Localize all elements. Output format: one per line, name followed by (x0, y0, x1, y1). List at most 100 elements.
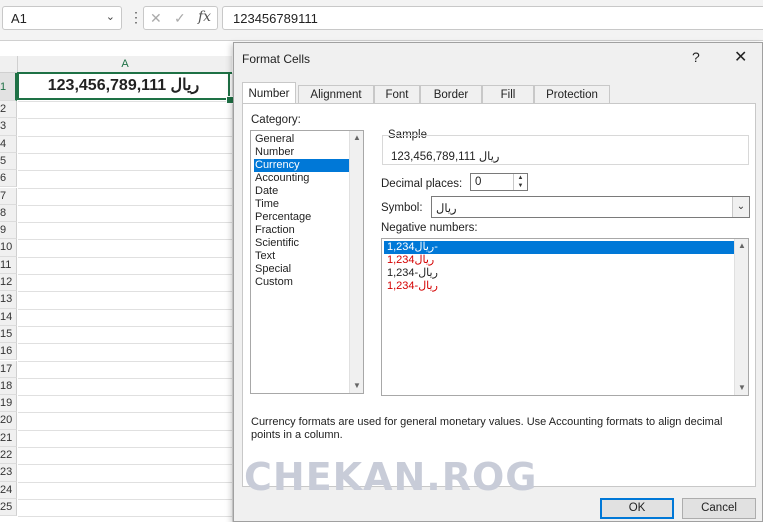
grid-line (18, 135, 233, 137)
category-item-time[interactable]: Time (254, 198, 351, 211)
row-header[interactable]: 13 (0, 291, 17, 309)
row-header[interactable]: 23 (0, 464, 17, 482)
formula-bar: A1 ⌄ ⋮ ✕ ✓ fx 123456789111 (0, 0, 763, 41)
category-item-currency[interactable]: Currency (254, 159, 351, 172)
chevron-down-icon[interactable]: ⌄ (106, 10, 115, 23)
tab-alignment[interactable]: Alignment (298, 85, 374, 103)
description-text: Currency formats are used for general mo… (251, 416, 723, 441)
tab-number[interactable]: Number (242, 82, 296, 104)
row-header[interactable]: 24 (0, 481, 17, 499)
row-header[interactable]: 6 (0, 170, 17, 188)
scroll-down-icon[interactable]: ▼ (350, 379, 364, 393)
chevron-down-icon[interactable]: ⌄ (732, 197, 749, 217)
category-item-general[interactable]: General (254, 133, 351, 146)
row-header[interactable]: 16 (0, 343, 17, 361)
grid-line (18, 187, 233, 189)
enter-icon[interactable]: ✓ (174, 10, 186, 27)
select-all-corner[interactable] (0, 56, 18, 73)
grid-line (18, 239, 233, 241)
ok-button[interactable]: OK (600, 498, 674, 519)
row-header[interactable]: 7 (0, 187, 17, 205)
spin-up-icon[interactable]: ▲ (514, 174, 527, 182)
category-item-percentage[interactable]: Percentage (254, 211, 351, 224)
row-header[interactable]: 4 (0, 135, 17, 153)
decimal-places-spinner[interactable]: ▲ ▼ (513, 174, 527, 190)
negative-number-option[interactable]: ‏-ریال1,234 (384, 241, 735, 254)
category-item-text[interactable]: Text (254, 250, 351, 263)
grid-line (18, 360, 233, 362)
row-header[interactable]: 11 (0, 256, 17, 274)
tab-fill[interactable]: Fill (482, 85, 534, 103)
row-header[interactable]: 12 (0, 274, 17, 292)
row-header[interactable]: 21 (0, 429, 17, 447)
negative-number-option[interactable]: ریال-1,234 (384, 280, 735, 293)
more-options-icon[interactable]: ⋮ (129, 9, 143, 26)
row-header[interactable]: 22 (0, 447, 17, 465)
row-header[interactable]: 2 (0, 101, 17, 119)
scroll-up-icon[interactable]: ▲ (350, 131, 364, 145)
grid-line (18, 222, 233, 224)
category-item-special[interactable]: Special (254, 263, 351, 276)
decimal-places-label: Decimal places: (381, 178, 463, 190)
row-header[interactable]: 5 (0, 152, 17, 171)
scroll-down-icon[interactable]: ▼ (735, 381, 749, 395)
symbol-select[interactable]: ریال ⌄ (431, 196, 750, 218)
cancel-icon[interactable]: ✕ (150, 10, 162, 27)
decimal-places-value: 0 (475, 176, 482, 188)
close-icon[interactable]: ✕ (734, 47, 747, 67)
decimal-places-input[interactable]: 0 ▲ ▼ (470, 173, 528, 191)
row-header[interactable]: 19 (0, 395, 17, 413)
negative-numbers-label: Negative numbers: (381, 222, 478, 234)
row-header[interactable]: 10 (0, 239, 17, 257)
formula-text: 123456789111 (233, 11, 318, 26)
spin-down-icon[interactable]: ▼ (514, 182, 527, 190)
insert-function-icon[interactable]: fx (198, 9, 211, 25)
category-item-scientific[interactable]: Scientific (254, 237, 351, 250)
grid-line (18, 481, 233, 483)
grid-line (18, 447, 233, 448)
negative-numbers-scrollbar[interactable]: ▲ ▼ (734, 239, 748, 395)
tab-font[interactable]: Font (374, 85, 420, 103)
row-header[interactable]: 25 (0, 498, 17, 517)
grid-line (18, 343, 233, 345)
category-item-fraction[interactable]: Fraction (254, 224, 351, 237)
negative-number-option[interactable]: ریال1,234 (384, 254, 735, 267)
formula-input[interactable]: 123456789111 (222, 6, 763, 30)
formula-buttons: ✕ ✓ fx (143, 6, 218, 30)
negative-number-option[interactable]: ریال-1,234 (384, 267, 735, 280)
category-list[interactable]: Custom Special Text Scientific Fraction Perce… (250, 130, 364, 394)
cancel-button[interactable]: Cancel (682, 498, 756, 519)
scroll-up-icon[interactable]: ▲ (735, 239, 749, 253)
grid-line (18, 291, 233, 293)
row-header[interactable]: 15 (0, 325, 17, 344)
category-item-number[interactable]: Number (254, 146, 351, 159)
category-scrollbar[interactable]: ▲ ▼ (349, 131, 363, 393)
grid-line (18, 395, 233, 397)
tab-protection[interactable]: Protection (534, 85, 610, 103)
row-header[interactable]: 20 (0, 412, 17, 430)
row-header[interactable]: 1 (0, 73, 17, 101)
symbol-value: ریال (436, 203, 457, 215)
symbol-label: Symbol: (381, 202, 423, 214)
row-header[interactable]: 14 (0, 308, 17, 326)
name-box[interactable]: A1 ⌄ (2, 6, 122, 30)
grid-line (18, 308, 233, 310)
tab-border[interactable]: Border (420, 85, 482, 103)
name-box-value: A1 (11, 11, 27, 26)
category-item-custom[interactable]: Custom (254, 276, 351, 289)
category-item-date[interactable]: Date (254, 185, 351, 198)
row-header[interactable]: 8 (0, 204, 17, 223)
grid-line (18, 256, 233, 258)
cell-a1[interactable]: 123,456,789,111 ریال (17, 72, 230, 100)
row-header[interactable]: 9 (0, 222, 17, 240)
row-header[interactable]: 18 (0, 377, 17, 396)
grid-line (18, 464, 233, 466)
help-icon[interactable]: ? (692, 49, 700, 65)
negative-numbers-list[interactable]: ریال-1,234 ریال-1,234 ریال1,234 ‏-ریال1,234… (381, 238, 749, 396)
row-header[interactable]: 3 (0, 118, 17, 136)
category-item-accounting[interactable]: Accounting (254, 172, 351, 185)
format-cells-dialog: Format Cells ? ✕ Number Alignment Font B… (233, 42, 763, 522)
grid-line (18, 325, 233, 327)
sample-box: 123,456,789,111 ریال (382, 135, 749, 165)
row-header[interactable]: 17 (0, 360, 17, 378)
